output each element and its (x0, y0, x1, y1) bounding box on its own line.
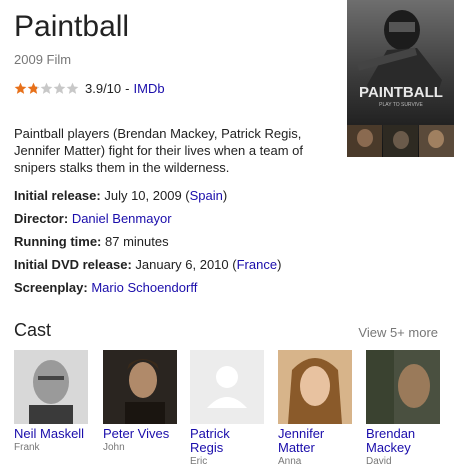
cast-member[interactable]: Neil Maskell Frank (14, 350, 88, 453)
cast-name: Peter Vives (103, 426, 170, 441)
page-title: Paintball (14, 10, 130, 43)
fact-paren: ) (222, 188, 228, 203)
fact-label: Running time: (14, 234, 102, 249)
country-link[interactable]: France (237, 257, 277, 272)
cast-photo (278, 350, 352, 424)
star-filled-icon (14, 82, 27, 94)
poster-logo: PAINTBALL (359, 84, 443, 101)
cast-photo (14, 350, 88, 424)
cast-placeholder-photo (190, 350, 264, 424)
movie-poster[interactable]: PAINTBALL PLAY TO SURVIVE (347, 0, 454, 157)
cast-name: Jennifer Matter (278, 426, 325, 455)
country-link[interactable]: Spain (190, 188, 223, 203)
cast-heading: Cast (14, 320, 52, 340)
screenplay-link[interactable]: Mario Schoendorff (91, 280, 197, 295)
film-subtitle: 2009 Film (14, 52, 72, 67)
fact-value: January 6, 2010 (135, 257, 229, 272)
rating-row: 3.9/10 - IMDb (14, 81, 165, 96)
cast-name: Neil Maskell (14, 426, 85, 441)
cast-member[interactable]: Brendan Mackey David (366, 350, 440, 467)
fact-initial-release: Initial release: July 10, 2009 (Spain) (14, 188, 227, 203)
fact-running-time: Running time: 87 minutes (14, 234, 169, 249)
fact-label: Screenplay: (14, 280, 88, 295)
director-link[interactable]: Daniel Benmayor (72, 211, 172, 226)
fact-dvd-release: Initial DVD release: January 6, 2010 (Fr… (14, 257, 281, 272)
star-half-icon (27, 82, 40, 94)
fact-value: July 10, 2009 (104, 188, 182, 203)
cast-name: Brendan Mackey (366, 426, 416, 455)
star-empty-icon (53, 82, 66, 94)
cast-member[interactable]: Patrick Regis Eric (190, 350, 264, 467)
cast-role: Frank (14, 442, 40, 453)
rating-separator: - (125, 81, 130, 96)
film-description: Paintball players (Brendan Mackey, Patri… (14, 126, 304, 175)
cast-member[interactable]: Peter Vives John (103, 350, 177, 453)
star-rating (14, 82, 79, 95)
fact-paren: ( (228, 257, 237, 272)
fact-director: Director: Daniel Benmayor (14, 211, 172, 226)
poster-tagline: PLAY TO SURVIVE (379, 102, 423, 108)
star-empty-icon (40, 82, 53, 94)
fact-label: Initial release: (14, 188, 101, 203)
poster-image: PAINTBALL PLAY TO SURVIVE (347, 0, 454, 157)
fact-screenplay: Screenplay: Mario Schoendorff (14, 280, 197, 295)
fact-label: Director: (14, 211, 69, 226)
rating-score: 3.9/10 (85, 81, 122, 96)
cast-name: Patrick Regis (190, 426, 230, 455)
view-more-link[interactable]: View 5+ more (358, 325, 438, 340)
fact-paren: ( (181, 188, 190, 203)
cast-photo (103, 350, 177, 424)
star-empty-icon (66, 82, 79, 94)
fact-paren: ) (277, 257, 282, 272)
cast-photo (366, 350, 440, 424)
cast-role: Eric (190, 456, 208, 467)
cast-role: David (366, 456, 392, 467)
cast-role: John (103, 442, 125, 453)
cast-member[interactable]: Jennifer Matter Anna (278, 350, 352, 467)
cast-role: Anna (278, 456, 302, 467)
fact-label: Initial DVD release: (14, 257, 132, 272)
fact-value: 87 minutes (105, 234, 169, 249)
imdb-link[interactable]: IMDb (134, 81, 165, 96)
